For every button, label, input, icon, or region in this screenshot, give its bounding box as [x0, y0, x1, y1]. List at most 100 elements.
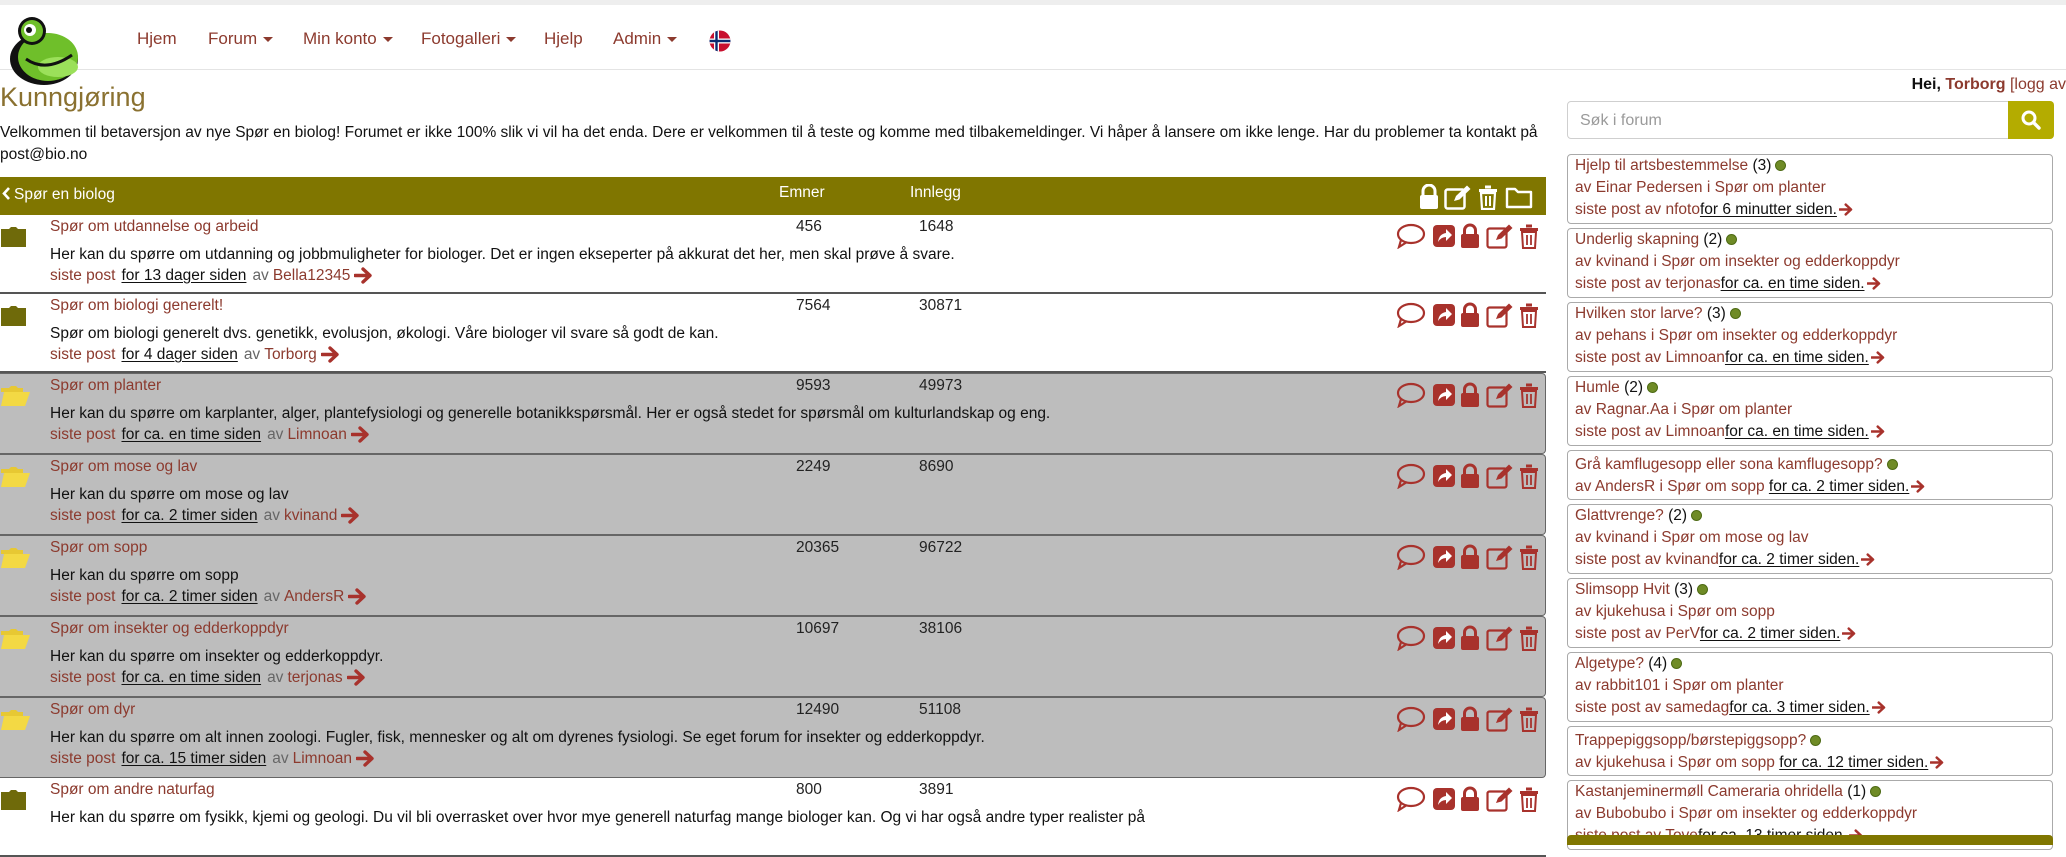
last-post-user-link[interactable]: Limnoan: [287, 426, 346, 443]
recent-post-title-link[interactable]: Hvilken stor larve?: [1575, 305, 1703, 322]
trash-icon[interactable]: [1518, 223, 1540, 249]
arrow-right-icon[interactable]: [356, 750, 376, 768]
move-icon[interactable]: [1432, 625, 1456, 651]
recent-post-forum-link[interactable]: Spør om insekter og edderkoppdyr: [1659, 327, 1898, 344]
edit-icon[interactable]: [1486, 544, 1514, 570]
move-icon[interactable]: [1432, 786, 1456, 812]
last-post-user-link[interactable]: Bella12345: [273, 267, 351, 284]
recent-post-forum-link[interactable]: Spør om sopp: [1678, 603, 1775, 620]
trash-icon[interactable]: [1518, 706, 1540, 732]
arrow-right-icon[interactable]: [1870, 351, 1886, 365]
arrow-right-icon[interactable]: [1842, 627, 1857, 641]
recent-post-author-link[interactable]: rabbit101: [1596, 677, 1661, 694]
lock-icon[interactable]: [1460, 544, 1480, 570]
recent-last-user-link[interactable]: nfoto: [1665, 201, 1699, 218]
recent-post-author-link[interactable]: AndersR: [1595, 478, 1655, 495]
arrow-right-icon[interactable]: [1861, 553, 1876, 567]
nav-admin[interactable]: Admin: [613, 29, 678, 49]
arrow-right-icon[interactable]: [341, 507, 361, 525]
norway-flag-icon[interactable]: [709, 30, 731, 52]
arrow-right-icon[interactable]: [320, 346, 341, 364]
move-icon[interactable]: [1432, 382, 1456, 408]
forum-title-link[interactable]: Spør om planter: [50, 377, 161, 395]
last-post-time-link[interactable]: for 13 dager siden: [121, 267, 246, 284]
last-post-user-link[interactable]: kvinand: [284, 507, 337, 524]
recent-post-author-link[interactable]: Einar Pedersen: [1596, 179, 1703, 196]
last-post-time-link[interactable]: for ca. en time siden: [121, 426, 261, 443]
edit-icon[interactable]: [1486, 382, 1514, 408]
recent-post-author-link[interactable]: kvinand: [1596, 529, 1649, 546]
reply-bubble-icon[interactable]: [1396, 786, 1426, 812]
recent-post-title-link[interactable]: Underlig skapning: [1575, 231, 1699, 248]
back-link[interactable]: Spør en biolog: [2, 186, 115, 204]
reply-bubble-icon[interactable]: [1396, 223, 1426, 249]
recent-post-author-link[interactable]: kjukehusa: [1596, 754, 1666, 771]
recent-time-link[interactable]: for ca. en time siden.: [1725, 423, 1869, 440]
recent-last-user-link[interactable]: PerV: [1665, 625, 1699, 642]
reply-bubble-icon[interactable]: [1396, 463, 1426, 489]
recent-post-title-link[interactable]: Grå kamflugesopp eller sona kamflugesopp…: [1575, 456, 1883, 473]
trash-icon[interactable]: [1518, 786, 1540, 812]
recent-last-user-link[interactable]: Limnoan: [1665, 423, 1724, 440]
lock-icon[interactable]: [1418, 184, 1440, 210]
recent-time-link[interactable]: for ca. 12 timer siden.: [1779, 754, 1928, 771]
recent-last-user-link[interactable]: samedag: [1665, 699, 1729, 716]
last-post-user-link[interactable]: AndersR: [284, 588, 344, 605]
edit-icon[interactable]: [1444, 184, 1472, 210]
recent-post-forum-link[interactable]: Spør om planter: [1681, 401, 1792, 418]
recent-post-forum-link[interactable]: Spør om mose og lav: [1661, 529, 1808, 546]
last-post-user-link[interactable]: terjonas: [287, 669, 342, 686]
search-input[interactable]: [1578, 108, 1982, 134]
last-post-time-link[interactable]: for ca. 15 timer siden: [121, 750, 266, 767]
recent-time-link[interactable]: for ca. en time siden.: [1721, 275, 1865, 292]
forum-title-link[interactable]: Spør om andre naturfag: [50, 781, 215, 799]
trash-icon[interactable]: [1518, 625, 1540, 651]
nav-hjelp[interactable]: Hjelp: [544, 29, 583, 49]
edit-icon[interactable]: [1486, 223, 1514, 249]
reply-bubble-icon[interactable]: [1396, 625, 1426, 651]
last-post-time-link[interactable]: for 4 dager siden: [121, 346, 237, 363]
nav-forum[interactable]: Forum: [208, 29, 274, 49]
last-post-time-link[interactable]: for ca. 2 timer siden: [121, 507, 257, 524]
recent-post-title-link[interactable]: Kastanjeminermøll Cameraria ohridella: [1575, 783, 1843, 800]
arrow-right-icon[interactable]: [354, 267, 374, 285]
frog-logo-icon[interactable]: [6, 15, 86, 85]
lock-icon[interactable]: [1460, 382, 1480, 408]
last-post-time-link[interactable]: for ca. 2 timer siden: [121, 588, 257, 605]
reply-bubble-icon[interactable]: [1396, 544, 1426, 570]
recent-post-title-link[interactable]: Hjelp til artsbestemmelse: [1575, 157, 1748, 174]
recent-post-author-link[interactable]: kvinand: [1596, 253, 1649, 270]
recent-post-title-link[interactable]: Slimsopp Hvit: [1575, 581, 1670, 598]
arrow-right-icon[interactable]: [1870, 425, 1886, 439]
nav-fotogalleri[interactable]: Fotogalleri: [421, 29, 517, 49]
arrow-right-icon[interactable]: [1930, 756, 1945, 770]
forum-title-link[interactable]: Spør om mose og lav: [50, 458, 197, 476]
recent-post-forum-link[interactable]: Spør om sopp: [1678, 754, 1775, 771]
reply-bubble-icon[interactable]: [1396, 706, 1426, 732]
user-name-link[interactable]: Torborg: [1945, 76, 2005, 93]
arrow-right-icon[interactable]: [1838, 203, 1854, 217]
recent-time-link[interactable]: for ca. 2 timer siden.: [1719, 551, 1859, 568]
trash-icon[interactable]: [1518, 463, 1540, 489]
recent-post-author-link[interactable]: kjukehusa: [1596, 603, 1666, 620]
recent-post-forum-link[interactable]: Spør om insekter og edderkoppdyr: [1661, 253, 1900, 270]
recent-post-forum-link[interactable]: Spør om planter: [1715, 179, 1826, 196]
recent-post-forum-link[interactable]: Spør om sopp: [1667, 478, 1764, 495]
recent-time-link[interactable]: for ca. 2 timer siden.: [1769, 478, 1909, 495]
recent-post-title-link[interactable]: Algetype?: [1575, 655, 1644, 672]
forum-title-link[interactable]: Spør om biologi generelt!: [50, 297, 223, 315]
trash-icon[interactable]: [1518, 544, 1540, 570]
move-icon[interactable]: [1432, 223, 1456, 249]
lock-icon[interactable]: [1460, 302, 1480, 328]
nav-hjem[interactable]: Hjem: [137, 29, 177, 49]
search-button[interactable]: [2008, 101, 2054, 139]
trash-icon[interactable]: [1518, 302, 1540, 328]
edit-icon[interactable]: [1486, 786, 1514, 812]
trash-icon[interactable]: [1476, 184, 1500, 210]
arrow-right-icon[interactable]: [1911, 480, 1926, 494]
logout-link[interactable]: [logg av: [2010, 76, 2066, 93]
recent-last-user-link[interactable]: terjonas: [1665, 275, 1720, 292]
forum-title-link[interactable]: Spør om sopp: [50, 539, 147, 557]
lock-icon[interactable]: [1460, 786, 1480, 812]
recent-post-title-link[interactable]: Humle: [1575, 379, 1620, 396]
